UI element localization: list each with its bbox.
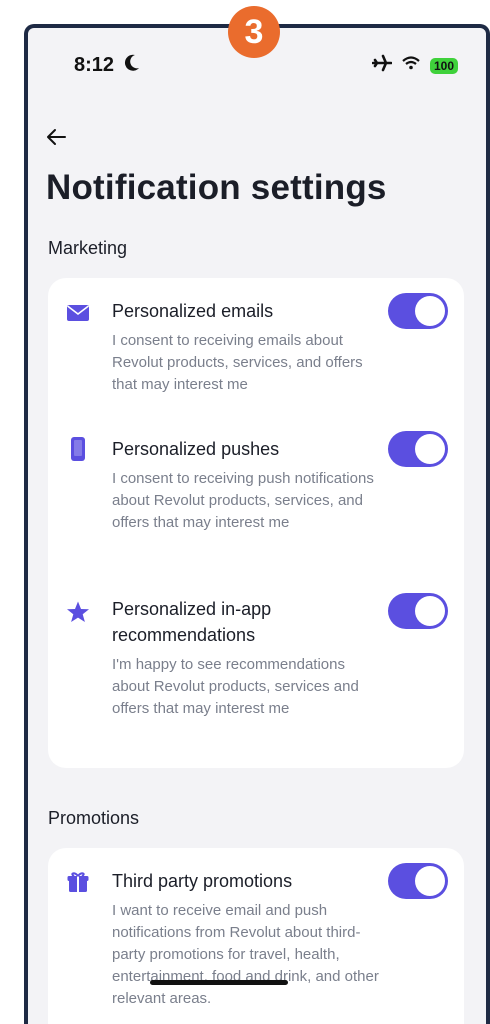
toggle-knob: [415, 596, 445, 626]
personalized-pushes-toggle[interactable]: [388, 431, 448, 467]
airplane-icon: [371, 54, 393, 77]
status-time: 8:12: [74, 54, 115, 76]
promotions-card: Third party promotions I want to receive…: [48, 848, 464, 1024]
item-title: Personalized pushes: [112, 439, 280, 459]
marketing-card: Personalized emails I consent to receivi…: [48, 278, 464, 768]
step-badge: 3: [228, 6, 280, 58]
wifi-icon: [402, 56, 420, 75]
battery-indicator: 100: [429, 57, 458, 74]
moon-icon: [124, 54, 140, 77]
item-title: Personalized in-app recommendations: [112, 599, 272, 645]
personalized-emails-toggle[interactable]: [388, 293, 448, 329]
phone-frame: 8:12 100 Notification settings Marketing…: [24, 24, 490, 1024]
item-description: I consent to receiving emails about Revo…: [112, 332, 363, 393]
phone-icon: [66, 436, 90, 467]
item-title: Third party promotions: [112, 871, 293, 891]
item-description: I'm happy to see recommendations about R…: [112, 656, 359, 717]
personalized-in-app-recommendations-toggle[interactable]: [388, 593, 448, 629]
back-arrow-icon[interactable]: [46, 128, 66, 151]
section-title-marketing: Marketing: [48, 238, 128, 258]
gift-icon: [66, 870, 90, 899]
mail-icon: [66, 304, 90, 327]
home-indicator: [150, 980, 288, 985]
item-description: I consent to receiving push notification…: [112, 470, 374, 531]
toggle-knob: [415, 434, 445, 464]
item-title: Personalized emails: [112, 301, 274, 321]
third-party-promotions-toggle[interactable]: [388, 863, 448, 899]
toggle-knob: [415, 866, 445, 896]
section-title-promotions: Promotions: [48, 808, 140, 828]
status-icons: 100: [371, 54, 458, 77]
page-title: Notification settings: [46, 168, 387, 207]
item-description: I want to receive email and push notific…: [112, 902, 379, 1007]
star-icon: [66, 600, 90, 629]
toggle-knob: [415, 296, 445, 326]
